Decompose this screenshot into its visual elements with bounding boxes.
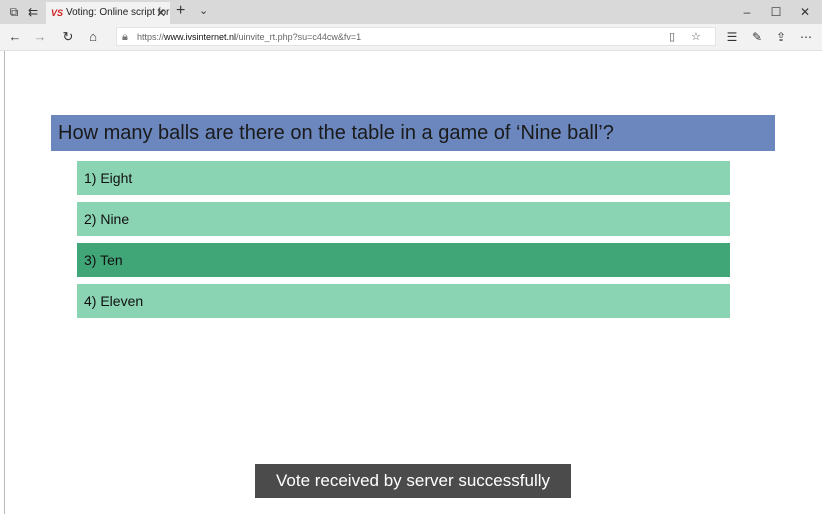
url-path: /uinvite_rt.php?su=c44cw&fv=1: [236, 32, 362, 42]
close-tab-icon[interactable]: ✕: [156, 5, 166, 21]
new-tab-button[interactable]: +: [176, 3, 185, 19]
reading-view-icon[interactable]: ▯: [669, 29, 675, 45]
page-left-border: [4, 51, 5, 514]
lock-icon: 🔒︎: [122, 31, 128, 43]
tab-title: Voting: Online script for: [66, 7, 170, 18]
tab-strip: ⧉ ⇇ VS Voting: Online script for ✕ + ⌄ –…: [0, 0, 822, 24]
answer-option-2[interactable]: 2) Nine: [77, 202, 730, 236]
favorites-icon[interactable]: ☰: [723, 28, 741, 46]
forward-icon[interactable]: →: [31, 28, 49, 46]
url-prefix: https://: [137, 32, 165, 42]
more-icon[interactable]: ⋯: [797, 28, 815, 46]
favorite-star-icon[interactable]: ☆: [691, 29, 701, 45]
maximize-button[interactable]: ☐: [764, 2, 788, 22]
browser-tab[interactable]: VS Voting: Online script for ✕: [46, 2, 170, 24]
set-aside-tabs-icon[interactable]: ⇇: [25, 4, 41, 20]
close-window-button[interactable]: ✕: [793, 2, 817, 22]
back-icon[interactable]: ←: [6, 28, 24, 46]
notes-icon[interactable]: ✎: [748, 28, 766, 46]
answer-option-1[interactable]: 1) Eight: [77, 161, 730, 195]
vote-received-toast: Vote received by server successfully: [255, 464, 571, 498]
tab-actions-icon[interactable]: ⧉: [6, 4, 22, 20]
refresh-icon[interactable]: ↻: [59, 28, 77, 46]
answer-option-4[interactable]: 4) Eleven: [77, 284, 730, 318]
favicon: VS: [51, 8, 64, 18]
question-title: How many balls are there on the table in…: [51, 115, 775, 151]
share-icon[interactable]: ⇪: [772, 28, 790, 46]
navigation-bar: ← → ↻ ⌂ 🔒︎ https://www.ivsinternet.nl/ui…: [0, 24, 822, 51]
home-icon[interactable]: ⌂: [84, 28, 102, 46]
minimize-button[interactable]: –: [735, 2, 759, 22]
answer-option-3[interactable]: 3) Ten: [77, 243, 730, 277]
address-bar[interactable]: 🔒︎ https://www.ivsinternet.nl/uinvite_rt…: [116, 27, 716, 46]
tab-menu-chevron-icon[interactable]: ⌄: [199, 4, 208, 18]
url-text[interactable]: https://www.ivsinternet.nl/uinvite_rt.ph…: [137, 30, 361, 44]
url-host: www.ivsinternet.nl: [164, 32, 237, 42]
